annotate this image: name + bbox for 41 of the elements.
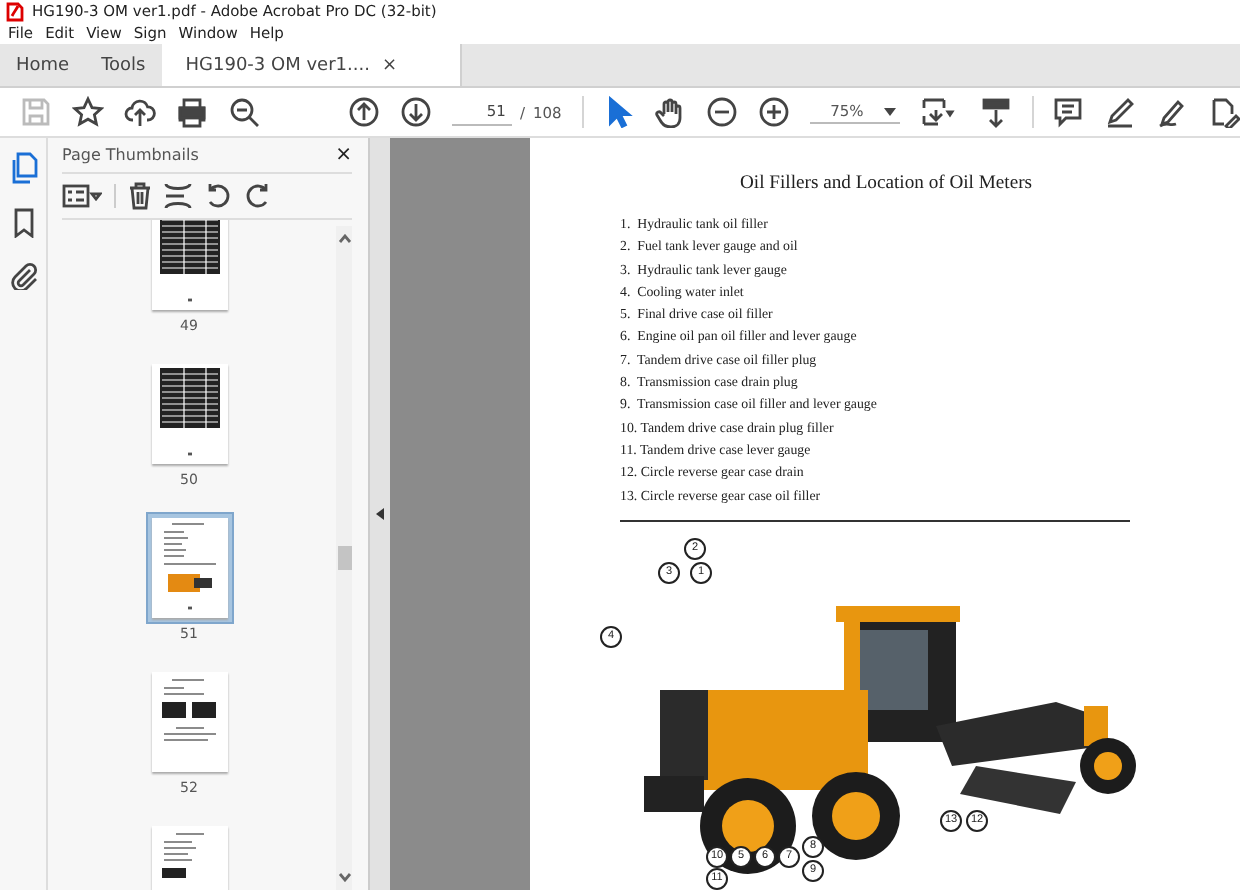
- zoom-out-icon[interactable]: [706, 96, 739, 128]
- panel-title: Page Thumbnails: [62, 146, 199, 164]
- page-up-icon[interactable]: [347, 96, 380, 128]
- close-icon[interactable]: ×: [381, 55, 397, 75]
- tab[interactable]: Tools: [85, 44, 162, 86]
- bookmark-icon[interactable]: [11, 208, 35, 238]
- scroll-up-icon: [337, 234, 351, 244]
- scrollbar[interactable]: [336, 226, 352, 890]
- paperclip-icon[interactable]: [9, 262, 37, 290]
- thumbnail-options-icon[interactable]: [62, 184, 102, 208]
- sign-pen-icon[interactable]: [1156, 96, 1189, 128]
- tab[interactable]: HG190-3 OM ver1.... ×: [161, 44, 462, 86]
- page-preview-drawing: [151, 518, 227, 618]
- page-thumbnail[interactable]: [145, 512, 233, 624]
- print-icon[interactable]: [176, 96, 208, 128]
- page-preview-drawing: [151, 364, 227, 464]
- page-preview-drawing: [151, 220, 227, 310]
- insert-pages-icon[interactable]: [164, 182, 192, 210]
- rotate-right-icon[interactable]: [244, 182, 272, 210]
- hand-icon[interactable]: [654, 96, 687, 128]
- zoom-in-icon[interactable]: [758, 96, 791, 128]
- scroll-mode-icon[interactable]: [979, 96, 1012, 128]
- page-heading: Oil Fillers and Location of Oil Meters: [738, 172, 1035, 194]
- rotate-left-icon[interactable]: [204, 182, 232, 210]
- page-preview-drawing: [151, 672, 227, 772]
- edit-pdf-icon[interactable]: [1208, 96, 1240, 128]
- scroll-thumb[interactable]: [337, 546, 351, 570]
- pen-icon[interactable]: [1104, 96, 1137, 128]
- scroll-down-icon: [337, 872, 351, 882]
- collapse-arrow-icon: [376, 508, 384, 520]
- tab[interactable]: Home: [0, 44, 86, 86]
- close-icon[interactable]: ×: [335, 144, 352, 166]
- cloud-upload-icon[interactable]: [124, 96, 156, 128]
- page-down-icon[interactable]: [399, 96, 432, 128]
- pages-icon[interactable]: [9, 152, 37, 184]
- page-fit-icon[interactable]: [919, 96, 960, 128]
- trash-icon[interactable]: [128, 182, 152, 210]
- star-icon[interactable]: [72, 96, 104, 128]
- caret-icon: [883, 107, 896, 115]
- comment-icon[interactable]: [1052, 96, 1085, 128]
- zoom-search-icon[interactable]: [228, 96, 260, 128]
